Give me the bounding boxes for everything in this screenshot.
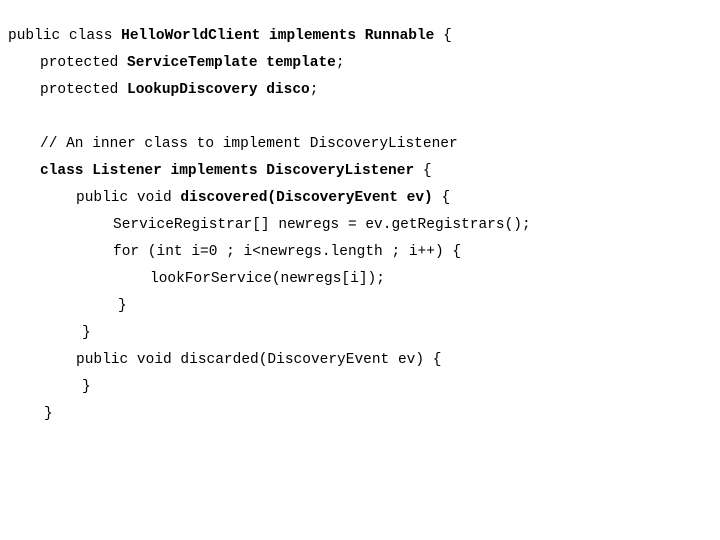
line-method-discovered-segment-1: discovered(DiscoveryEvent ev) [180,190,433,206]
line-method-discovered-segment-0: public void [76,190,181,206]
line-close-discarded: } [82,379,91,395]
line-field-template-segment-1: ServiceTemplate template [127,55,336,71]
line-method-discarded-segment-0: public void discarded(DiscoveryEvent ev)… [76,352,442,368]
line-close-discovered: } [82,325,91,341]
line-close-inner-class-segment-0: } [44,406,53,422]
line-newregs-assign-segment-0: ServiceRegistrar[] newregs = ev.getRegis… [113,217,531,233]
line-lookforservice-call: lookForService(newregs[i]); [150,271,385,287]
line-comment-inner-class-segment-0: // An inner class to implement Discovery… [40,136,458,152]
line-inner-class-decl: class Listener implements DiscoveryListe… [40,163,432,179]
line-method-discovered-segment-2: { [432,190,451,206]
slide-canvas: public class HelloWorldClient implements… [0,0,720,540]
line-method-discovered: public void discovered(DiscoveryEvent ev… [76,190,450,206]
line-class-decl-segment-1: HelloWorldClient implements Runnable [121,28,435,44]
line-for-loop-segment-0: for (int i=0 ; i<newregs.length ; i++) { [113,244,462,260]
line-field-disco-segment-2: ; [309,82,319,98]
line-close-discovered-segment-0: } [82,325,91,341]
line-lookforservice-call-segment-0: lookForService(newregs[i]); [150,271,385,287]
line-class-decl: public class HelloWorldClient implements… [8,28,452,44]
line-field-template-segment-0: protected [40,55,128,71]
line-close-discarded-segment-0: } [82,379,91,395]
line-class-decl-segment-0: public class [8,28,122,44]
line-comment-inner-class: // An inner class to implement Discovery… [40,136,458,152]
line-class-decl-segment-2: { [434,28,452,44]
line-inner-class-decl-segment-1: { [414,163,432,179]
line-close-inner-class: } [44,406,53,422]
line-method-discarded: public void discarded(DiscoveryEvent ev)… [76,352,441,368]
line-close-for-segment-0: } [118,298,127,314]
line-field-template-segment-2: ; [335,55,345,71]
line-field-disco-segment-0: protected [40,82,128,98]
line-field-disco-segment-1: LookupDiscovery disco [127,82,310,98]
line-inner-class-decl-segment-0: class Listener implements DiscoveryListe… [40,163,415,179]
line-close-for: } [118,298,127,314]
line-newregs-assign: ServiceRegistrar[] newregs = ev.getRegis… [113,217,531,233]
line-field-disco: protected LookupDiscovery disco; [40,82,318,98]
line-for-loop: for (int i=0 ; i<newregs.length ; i++) { [113,244,461,260]
line-field-template: protected ServiceTemplate template; [40,55,345,71]
